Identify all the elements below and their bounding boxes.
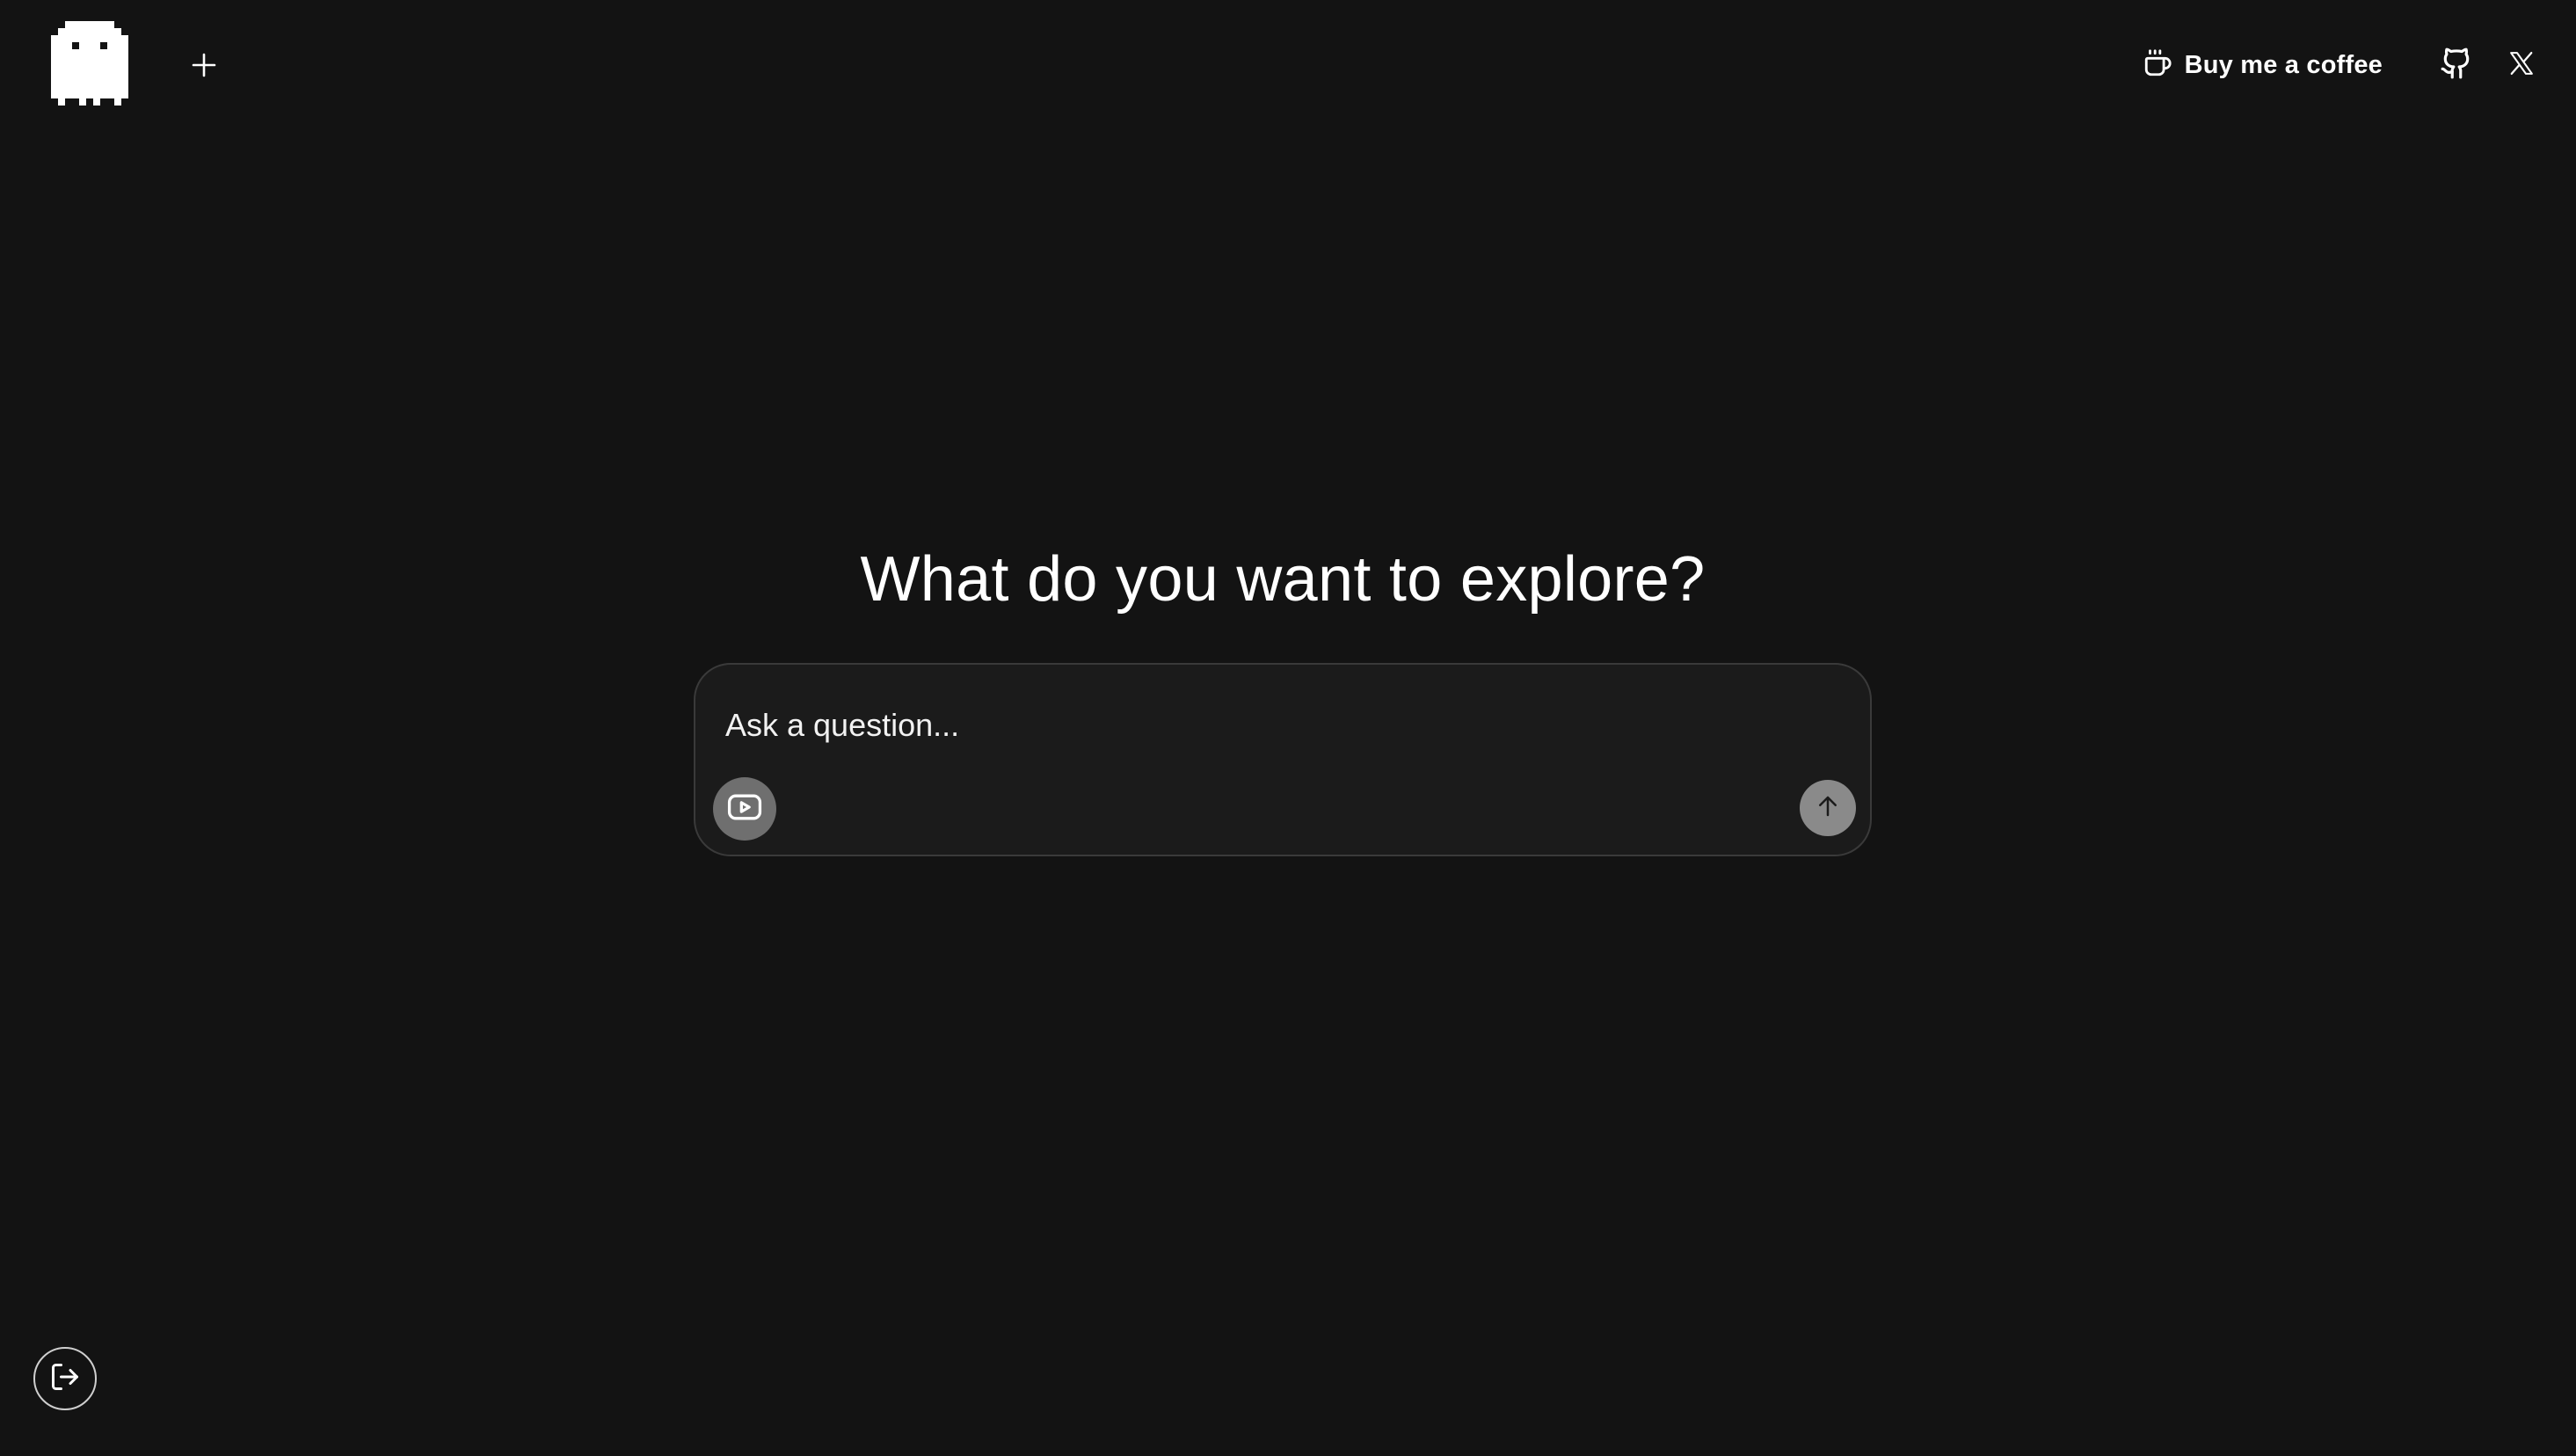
youtube-play-icon <box>725 788 764 831</box>
pixel-ghost-icon[interactable] <box>51 21 128 109</box>
page-title: What do you want to explore? <box>860 544 1706 615</box>
video-attach-button[interactable] <box>713 777 776 841</box>
coffee-cup-icon <box>2143 48 2172 83</box>
github-icon <box>2440 47 2473 84</box>
header-links: Buy me a coffee <box>2143 40 2544 90</box>
x-link[interactable] <box>2499 42 2544 88</box>
send-button[interactable] <box>1800 780 1856 836</box>
logout-icon <box>49 1361 81 1397</box>
buy-me-a-coffee-link[interactable]: Buy me a coffee <box>2143 48 2383 83</box>
new-chat-button[interactable] <box>181 44 227 90</box>
plus-icon <box>191 52 217 83</box>
github-link[interactable] <box>2434 42 2479 88</box>
question-composer <box>694 663 1872 856</box>
app-page: Buy me a coffee What do you want to expl… <box>0 0 2576 1456</box>
logout-button[interactable] <box>33 1347 97 1410</box>
question-input[interactable] <box>724 698 1835 753</box>
buy-me-a-coffee-label: Buy me a coffee <box>2184 50 2383 79</box>
arrow-up-icon <box>1815 793 1841 824</box>
x-logo-icon <box>2508 50 2535 81</box>
